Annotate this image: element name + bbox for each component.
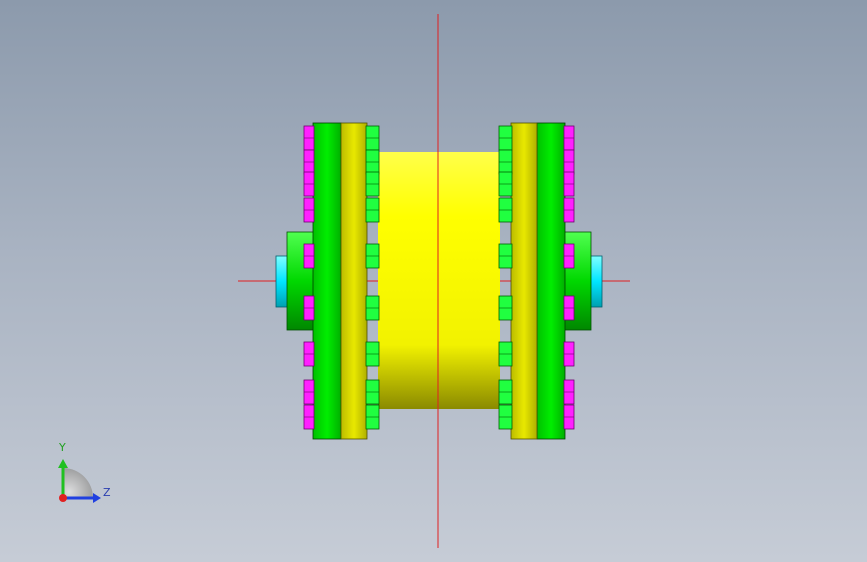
- 3d-viewport[interactable]: Y Z: [0, 0, 867, 562]
- triad-z-label: Z: [103, 486, 111, 499]
- triad-y-label: Y: [59, 441, 66, 454]
- right-adapter-flange: [510, 122, 538, 440]
- x-axis-origin: [59, 494, 67, 502]
- model-view: [58, 14, 630, 548]
- coordinate-triad: [58, 459, 101, 503]
- left-adapter-flange: [340, 122, 368, 440]
- left-flange: [312, 122, 342, 440]
- right-flange: [536, 122, 566, 440]
- center-body: [378, 152, 500, 409]
